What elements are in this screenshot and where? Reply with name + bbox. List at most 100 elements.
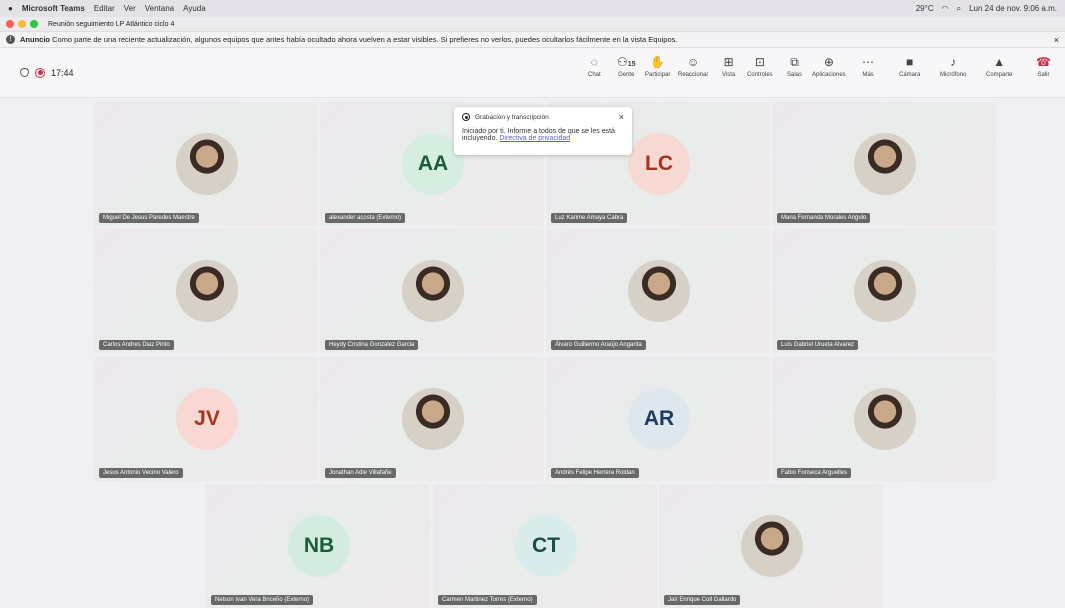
grid-icon: ⊞ — [723, 55, 734, 69]
participant-name: Miguel De Jesus Paredes Maestre — [99, 213, 199, 223]
close-icon[interactable]: × — [1054, 35, 1059, 45]
recording-popup: Grabación y transcripción × Iniciado por… — [454, 107, 632, 155]
mic-icon: ♪ — [950, 55, 957, 69]
participant-name: Álvaro Guillermo Araújo Angarita — [551, 340, 646, 350]
participant-name: Luz Karime Amaya Cabra — [551, 213, 628, 223]
shield-icon[interactable] — [20, 68, 29, 77]
avatar — [854, 388, 916, 450]
share-icon: ▲ — [993, 55, 1006, 69]
leave-button[interactable]: ☎ Salir — [1036, 55, 1051, 79]
people-label: Gente — [618, 72, 635, 78]
people-icon: ⚇15 — [617, 55, 636, 69]
menubar-datetime[interactable]: Lun 24 de nov. 9:06 a.m. — [969, 4, 1057, 13]
weather-temp[interactable]: 29°C — [916, 4, 934, 13]
avatar-initials: LC — [628, 133, 690, 195]
raise-label: Participar — [645, 72, 671, 78]
more-label: Más — [862, 72, 874, 78]
avatar — [854, 133, 916, 195]
leave-label: Salir — [1037, 72, 1050, 78]
mac-menubar: ● Microsoft Teams Editar Ver Ventana Ayu… — [0, 0, 1065, 17]
apps-label: Aplicaciones — [812, 72, 846, 78]
popup-title: Grabación y transcripción — [475, 113, 549, 121]
participant-name: Carmen Martinez Torres (Externo) — [438, 595, 537, 605]
window-title: Reunión seguimiento LP Atlántico ciclo 4 — [48, 20, 175, 28]
avatar-initials: AR — [628, 388, 690, 450]
menu-ventana[interactable]: Ventana — [145, 4, 174, 13]
participant-tile[interactable]: Jonathan Adie Villafañe — [320, 357, 544, 481]
hand-icon: ✋ — [650, 55, 666, 69]
menu-ayuda[interactable]: Ayuda — [183, 4, 206, 13]
minimize-window-button[interactable] — [18, 20, 26, 28]
participant-name: Heydy Cristina Gonzalez Garcia — [325, 340, 419, 350]
share-label: Comparte — [986, 72, 1013, 78]
view-label: Vista — [722, 72, 736, 78]
avatar-initials: NB — [288, 515, 350, 577]
avatar-initials: CT — [515, 515, 577, 577]
chat-button[interactable]: ◌ Chat — [588, 56, 601, 79]
share-button[interactable]: ▲ Comparte — [986, 55, 1013, 79]
react-label: Reaccionar — [678, 72, 709, 78]
participant-tile[interactable]: CT Carmen Martinez Torres (Externo) — [433, 484, 657, 608]
hangup-icon: ☎ — [1036, 55, 1051, 69]
participant-tile[interactable]: Jair Enrique Coll Gallardo — [659, 484, 883, 608]
announcement-text: Como parte de una reciente actualización… — [52, 35, 678, 44]
react-button[interactable]: ☺ Reaccionar — [678, 55, 709, 79]
meeting-toolbar: 17:44 ◌ Chat ⚇15 Gente ✋ Participar ☺ Reacci… — [0, 48, 1065, 98]
people-button[interactable]: ⚇15 Gente — [617, 55, 636, 79]
camera-button[interactable]: ■ Cámara — [899, 55, 921, 79]
participant-tile[interactable]: NB Nelson Ivan Vera Briceño (Externo) — [206, 484, 430, 608]
participant-tile[interactable]: JV Jesus Antonio Vecino Valero — [94, 357, 318, 481]
participant-tile[interactable]: Miguel De Jesus Paredes Maestre — [94, 102, 318, 226]
participant-name: Luis Gabriel Urueta Alvarez — [777, 340, 859, 350]
apps-button[interactable]: ⊕ Aplicaciones — [812, 55, 846, 79]
avatar — [741, 515, 803, 577]
smile-icon: ☺ — [687, 55, 700, 69]
plus-icon: ⊕ — [823, 55, 834, 69]
participant-tile[interactable]: Luis Gabriel Urueta Alvarez — [772, 229, 996, 353]
controls-icon: ⊡ — [754, 55, 765, 69]
rooms-label: Salas — [787, 72, 803, 78]
menu-app-name[interactable]: Microsoft Teams — [22, 4, 85, 13]
mic-button[interactable]: ♪ Micrófono — [940, 55, 967, 79]
avatar — [854, 260, 916, 322]
rooms-button[interactable]: ⧉ Salas — [787, 55, 803, 79]
search-icon[interactable]: ⌕ — [957, 4, 961, 14]
wifi-icon[interactable]: ◠ — [942, 4, 949, 13]
controls-label: Controles — [747, 72, 773, 78]
participant-tile[interactable]: Carlos Andres Diaz Pinto — [94, 229, 318, 353]
camera-off-icon: ■ — [906, 55, 914, 69]
participant-tile[interactable]: AR Andrés Felipe Herrera Roldan — [546, 357, 770, 481]
privacy-link[interactable]: Directiva de privacidad — [499, 135, 570, 142]
participant-tile[interactable]: Heydy Cristina Gonzalez Garcia — [320, 229, 544, 353]
participant-name: Andrés Felipe Herrera Roldan — [551, 468, 639, 478]
apple-icon[interactable]: ● — [8, 4, 13, 13]
participant-name: Jesus Antonio Vecino Valero — [99, 468, 183, 478]
camera-label: Cámara — [899, 72, 921, 78]
raise-hand-button[interactable]: ✋ Participar — [645, 55, 671, 79]
close-icon[interactable]: × — [619, 112, 624, 122]
mic-label: Micrófono — [940, 72, 967, 78]
participant-tile[interactable]: Maria Fernanda Morales Angulo — [772, 102, 996, 226]
people-count: 15 — [627, 61, 636, 68]
menu-ver[interactable]: Ver — [124, 4, 136, 13]
controls-button[interactable]: ⊡ Controles — [747, 55, 773, 79]
chat-label: Chat — [588, 72, 601, 78]
participant-name: Nelson Ivan Vera Briceño (Externo) — [211, 595, 314, 605]
rooms-icon: ⧉ — [790, 55, 799, 69]
more-button[interactable]: ⋯ Más — [862, 56, 874, 79]
view-button[interactable]: ⊞ Vista — [722, 55, 736, 79]
participant-name: Jair Enrique Coll Gallardo — [664, 595, 741, 605]
recording-icon[interactable] — [35, 67, 45, 78]
zoom-window-button[interactable] — [30, 20, 38, 28]
avatar — [402, 260, 464, 322]
participant-tile[interactable]: Fabio Fonseca Arguelles — [772, 357, 996, 481]
participant-name: alexander acosta (Externo) — [325, 213, 406, 223]
record-icon — [462, 113, 470, 121]
avatar-initials: JV — [176, 388, 238, 450]
menu-editar[interactable]: Editar — [94, 4, 115, 13]
participant-name: Carlos Andres Diaz Pinto — [99, 340, 174, 350]
meeting-timer: 17:44 — [51, 67, 74, 78]
close-window-button[interactable] — [6, 20, 14, 28]
avatar — [176, 260, 238, 322]
participant-tile[interactable]: Álvaro Guillermo Araújo Angarita — [546, 229, 770, 353]
